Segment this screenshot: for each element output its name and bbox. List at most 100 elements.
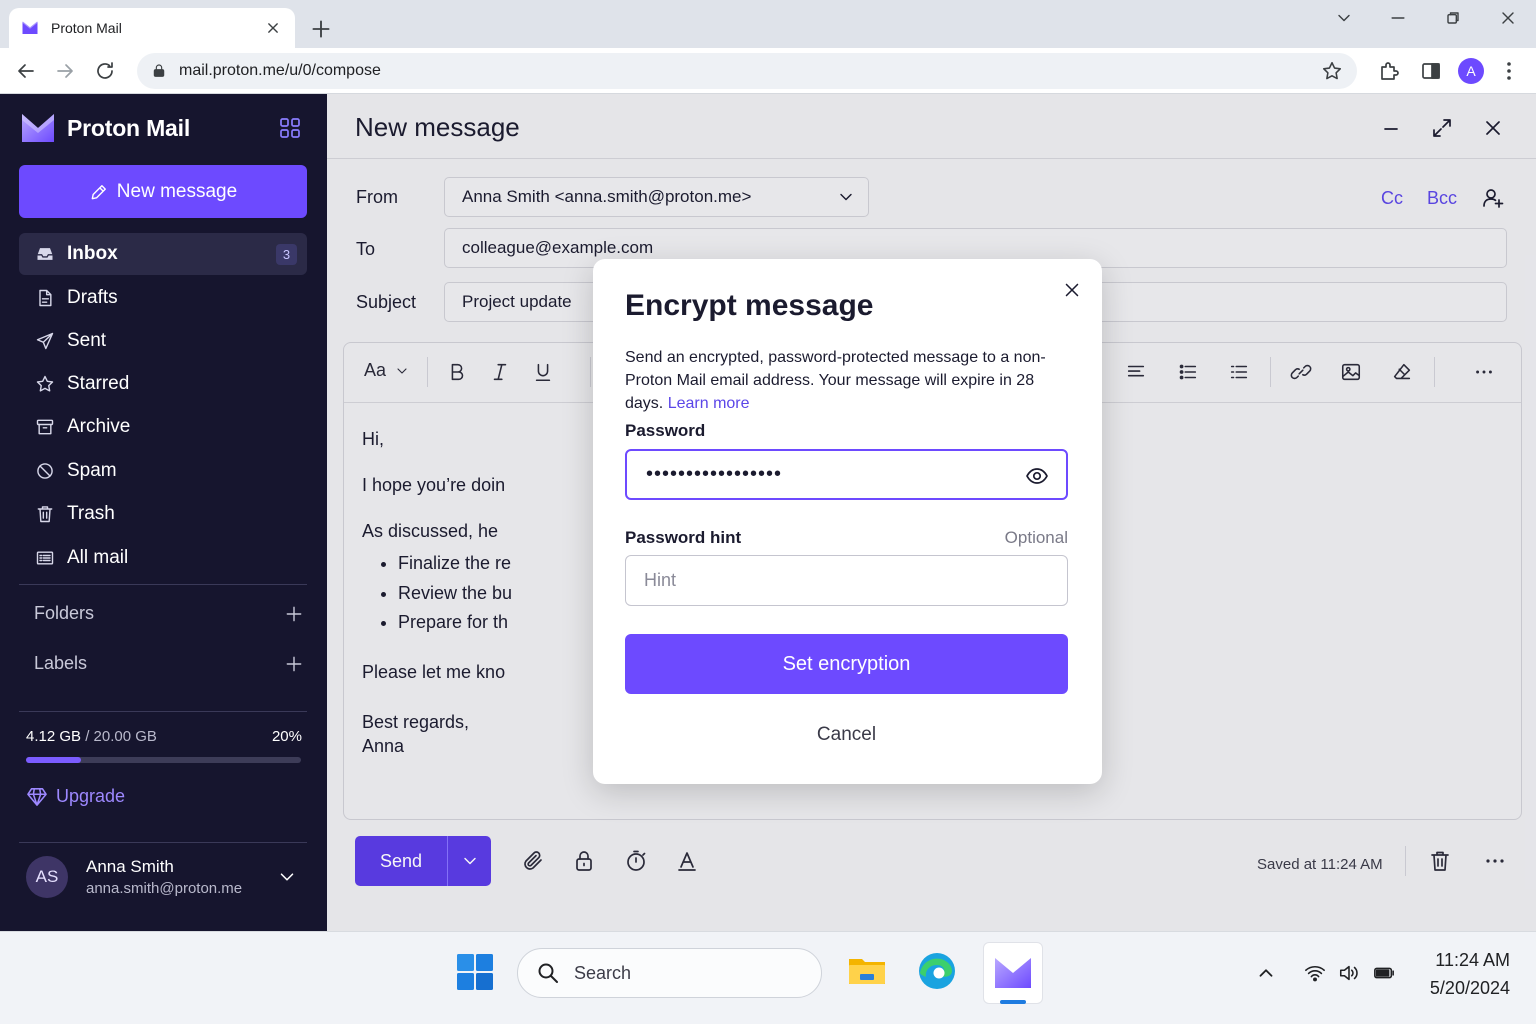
- back-icon[interactable]: [14, 59, 38, 83]
- sidebar-item-label: All mail: [67, 547, 129, 568]
- browser-toolbar: mail.proton.me/u/0/compose A: [0, 48, 1536, 94]
- close-tab-icon[interactable]: [263, 18, 283, 38]
- apps-grid-icon[interactable]: [278, 116, 302, 140]
- extensions-icon[interactable]: [1377, 59, 1401, 83]
- restore-window-icon[interactable]: [1443, 8, 1463, 28]
- password-hint-input[interactable]: [625, 555, 1068, 606]
- browser-tab-strip: Proton Mail: [0, 0, 1536, 48]
- close-window-icon[interactable]: [1498, 8, 1518, 28]
- proton-logo-icon: [22, 114, 54, 142]
- windows-start-icon[interactable]: [457, 954, 493, 990]
- sidebar-item-label: Inbox: [67, 243, 118, 264]
- user-account-menu[interactable]: AS Anna Smith anna.smith@proton.me: [26, 856, 302, 898]
- battery-icon[interactable]: [1373, 962, 1395, 984]
- sidebar-item-spam[interactable]: Spam: [19, 450, 307, 492]
- add-label-icon[interactable]: [284, 654, 304, 674]
- pencil-icon: [91, 184, 106, 199]
- taskbar-search[interactable]: Search: [517, 948, 822, 998]
- sent-icon: [36, 332, 54, 350]
- dialog-description: Send an encrypted, password-protected me…: [625, 346, 1075, 415]
- sidebar-item-label: Trash: [67, 503, 115, 524]
- sidebar-item-label: Spam: [67, 460, 117, 481]
- archive-icon: [36, 419, 54, 435]
- new-message-label: New message: [116, 180, 238, 202]
- os-taskbar: Search 11:24 AM 5/20/2024: [0, 931, 1536, 1024]
- file-explorer-icon[interactable]: [846, 950, 888, 992]
- upgrade-link[interactable]: Upgrade: [26, 786, 125, 807]
- add-folder-icon[interactable]: [284, 604, 304, 624]
- side-panel-icon[interactable]: [1419, 59, 1443, 83]
- drafts-icon: [39, 289, 52, 307]
- edge-browser-icon[interactable]: [916, 950, 958, 992]
- spam-icon: [37, 463, 53, 479]
- proton-mail-app-icon: [995, 958, 1031, 988]
- sidebar-item-starred[interactable]: Starred: [19, 363, 307, 405]
- url-text: mail.proton.me/u/0/compose: [179, 62, 381, 79]
- labels-section[interactable]: Labels: [34, 653, 304, 674]
- sidebar-item-inbox[interactable]: Inbox 3: [19, 233, 307, 275]
- sidebar-item-archive[interactable]: Archive: [19, 406, 307, 448]
- password-value: •••••••••••••••••: [646, 463, 783, 485]
- user-email: anna.smith@proton.me: [86, 880, 243, 897]
- storage-used: 4.12 GB: [26, 728, 82, 745]
- labels-label: Labels: [34, 653, 88, 673]
- clock-time: 11:24 AM: [1435, 950, 1510, 970]
- sidebar-divider: [19, 842, 307, 843]
- chevron-down-icon[interactable]: [276, 866, 298, 888]
- address-bar[interactable]: mail.proton.me/u/0/compose: [137, 53, 1357, 89]
- clock-date: 5/20/2024: [1429, 978, 1510, 998]
- sidebar-item-label: Starred: [67, 373, 130, 394]
- brand-name: Proton Mail: [67, 114, 191, 141]
- user-name: Anna Smith: [86, 857, 174, 876]
- close-icon[interactable]: [1061, 279, 1083, 301]
- folders-label: Folders: [34, 603, 95, 623]
- forward-icon[interactable]: [53, 59, 77, 83]
- profile-avatar[interactable]: A: [1458, 58, 1484, 84]
- password-label: Password: [625, 421, 706, 440]
- folders-section[interactable]: Folders: [34, 603, 304, 624]
- volume-icon[interactable]: [1338, 962, 1360, 984]
- new-tab-icon[interactable]: [308, 16, 334, 42]
- minimize-window-icon[interactable]: [1388, 8, 1408, 28]
- show-password-eye-icon[interactable]: [1025, 464, 1049, 488]
- mail-sidebar: Proton Mail New message Inbox 3 Drafts S…: [0, 94, 327, 931]
- unread-count-badge: 3: [276, 244, 297, 265]
- reload-icon[interactable]: [93, 59, 117, 83]
- storage-progress-fill: [26, 757, 81, 763]
- password-hint-label: Password hint: [625, 528, 742, 547]
- search-placeholder: Search: [574, 962, 632, 983]
- sidebar-item-label: Drafts: [67, 287, 118, 308]
- sidebar-item-all-mail[interactable]: All mail: [19, 537, 307, 579]
- browser-menu-icon[interactable]: [1497, 59, 1521, 83]
- sidebar-divider: [19, 584, 307, 585]
- storage-total: / 20.00 GB: [85, 728, 157, 745]
- lock-icon: [153, 64, 165, 77]
- tab-title: Proton Mail: [51, 20, 122, 36]
- password-input[interactable]: •••••••••••••••••: [625, 449, 1068, 500]
- set-encryption-button[interactable]: Set encryption: [625, 634, 1068, 694]
- storage-usage: 4.12 GB / 20.00 GB 20%: [26, 728, 302, 745]
- sidebar-item-label: Sent: [67, 330, 107, 351]
- learn-more-link[interactable]: Learn more: [668, 395, 750, 412]
- sidebar-item-drafts[interactable]: Drafts: [19, 277, 307, 319]
- trash-icon: [37, 506, 53, 523]
- dialog-title: Encrypt message: [625, 289, 874, 322]
- sidebar-item-trash[interactable]: Trash: [19, 493, 307, 535]
- wifi-icon[interactable]: [1304, 962, 1326, 984]
- encrypt-message-dialog: Encrypt message Send an encrypted, passw…: [593, 259, 1102, 784]
- browser-tab[interactable]: Proton Mail: [9, 8, 295, 48]
- sidebar-item-sent[interactable]: Sent: [19, 320, 307, 362]
- sidebar-item-label: Archive: [67, 416, 131, 437]
- tab-search-icon[interactable]: [1334, 8, 1354, 28]
- star-icon: [36, 375, 54, 392]
- all-mail-icon: [36, 551, 54, 565]
- system-clock[interactable]: 11:24 AM 5/20/2024: [1410, 946, 1510, 1002]
- search-icon: [538, 963, 558, 983]
- bookmark-star-icon[interactable]: [1321, 60, 1343, 82]
- diamond-icon: [27, 787, 47, 806]
- new-message-button[interactable]: New message: [19, 165, 307, 218]
- chevron-up-icon[interactable]: [1255, 962, 1277, 984]
- cancel-button[interactable]: Cancel: [625, 719, 1068, 751]
- brand-logo[interactable]: Proton Mail: [20, 112, 190, 144]
- inbox-icon: [37, 248, 53, 260]
